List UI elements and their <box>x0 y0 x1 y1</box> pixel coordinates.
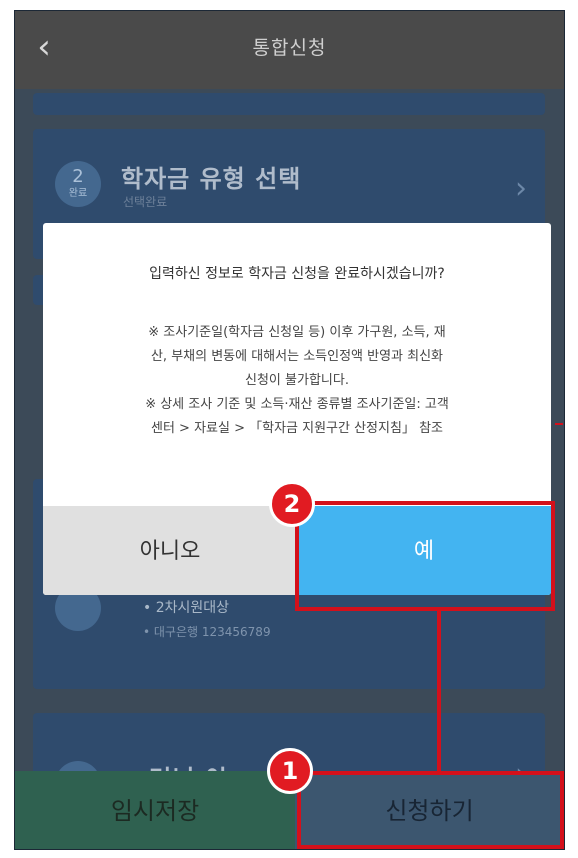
notice-line: ※ 조사기준일(학자금 신청일 등) 이후 가구원, 소득, 재 <box>148 325 446 340</box>
phone-screen: ‹ 통합신청 2 완료 학자금 유형 선택 선택완료 › • 2차시원대상 • … <box>14 10 565 850</box>
apply-button-highlight <box>297 771 564 849</box>
step-1-marker: 1 <box>267 748 313 794</box>
step-card-1 <box>33 93 545 115</box>
notice-line: 센터 > 자료실 > 「학자금 지원구간 산정지침」 참조 <box>151 421 443 436</box>
top-bar: ‹ 통합신청 <box>15 11 564 89</box>
step-number-badge: 2 완료 <box>55 161 101 207</box>
notice-line: 신청이 불가합니다. <box>245 373 349 388</box>
page-title: 통합신청 <box>252 37 327 59</box>
dialog-notice: ※ 조사기준일(학자금 신청일 등) 이후 가구원, 소득, 재 산, 부채의 … <box>79 321 515 441</box>
step-2-marker: 2 <box>269 481 315 527</box>
temporary-save-button[interactable]: 임시저장 <box>15 771 295 849</box>
dialog-question: 입력하신 정보로 학자금 신청을 완료하시겠습니까? <box>149 266 445 282</box>
chevron-right-icon: › <box>515 171 527 206</box>
no-button[interactable]: 아니오 <box>43 506 297 595</box>
step-card-bullet: • 2차시원대상 <box>143 600 230 616</box>
notice-line: 산, 부채의 변동에 대해서는 소득인정액 반영과 최신화 <box>150 349 444 364</box>
yes-button-highlight <box>295 501 555 611</box>
step-card-title: 학자금 유형 선택 <box>121 165 302 193</box>
notice-line: ※ 상세 조사 기준 및 소득·재산 종류별 조사기준일: 고객 <box>145 397 449 412</box>
edge-mark <box>555 423 563 425</box>
step-card-caption: 선택완료 <box>123 195 168 209</box>
annotation-connector-line <box>437 611 441 771</box>
step-card-bullet: • 대구은행 123456789 <box>143 625 271 639</box>
